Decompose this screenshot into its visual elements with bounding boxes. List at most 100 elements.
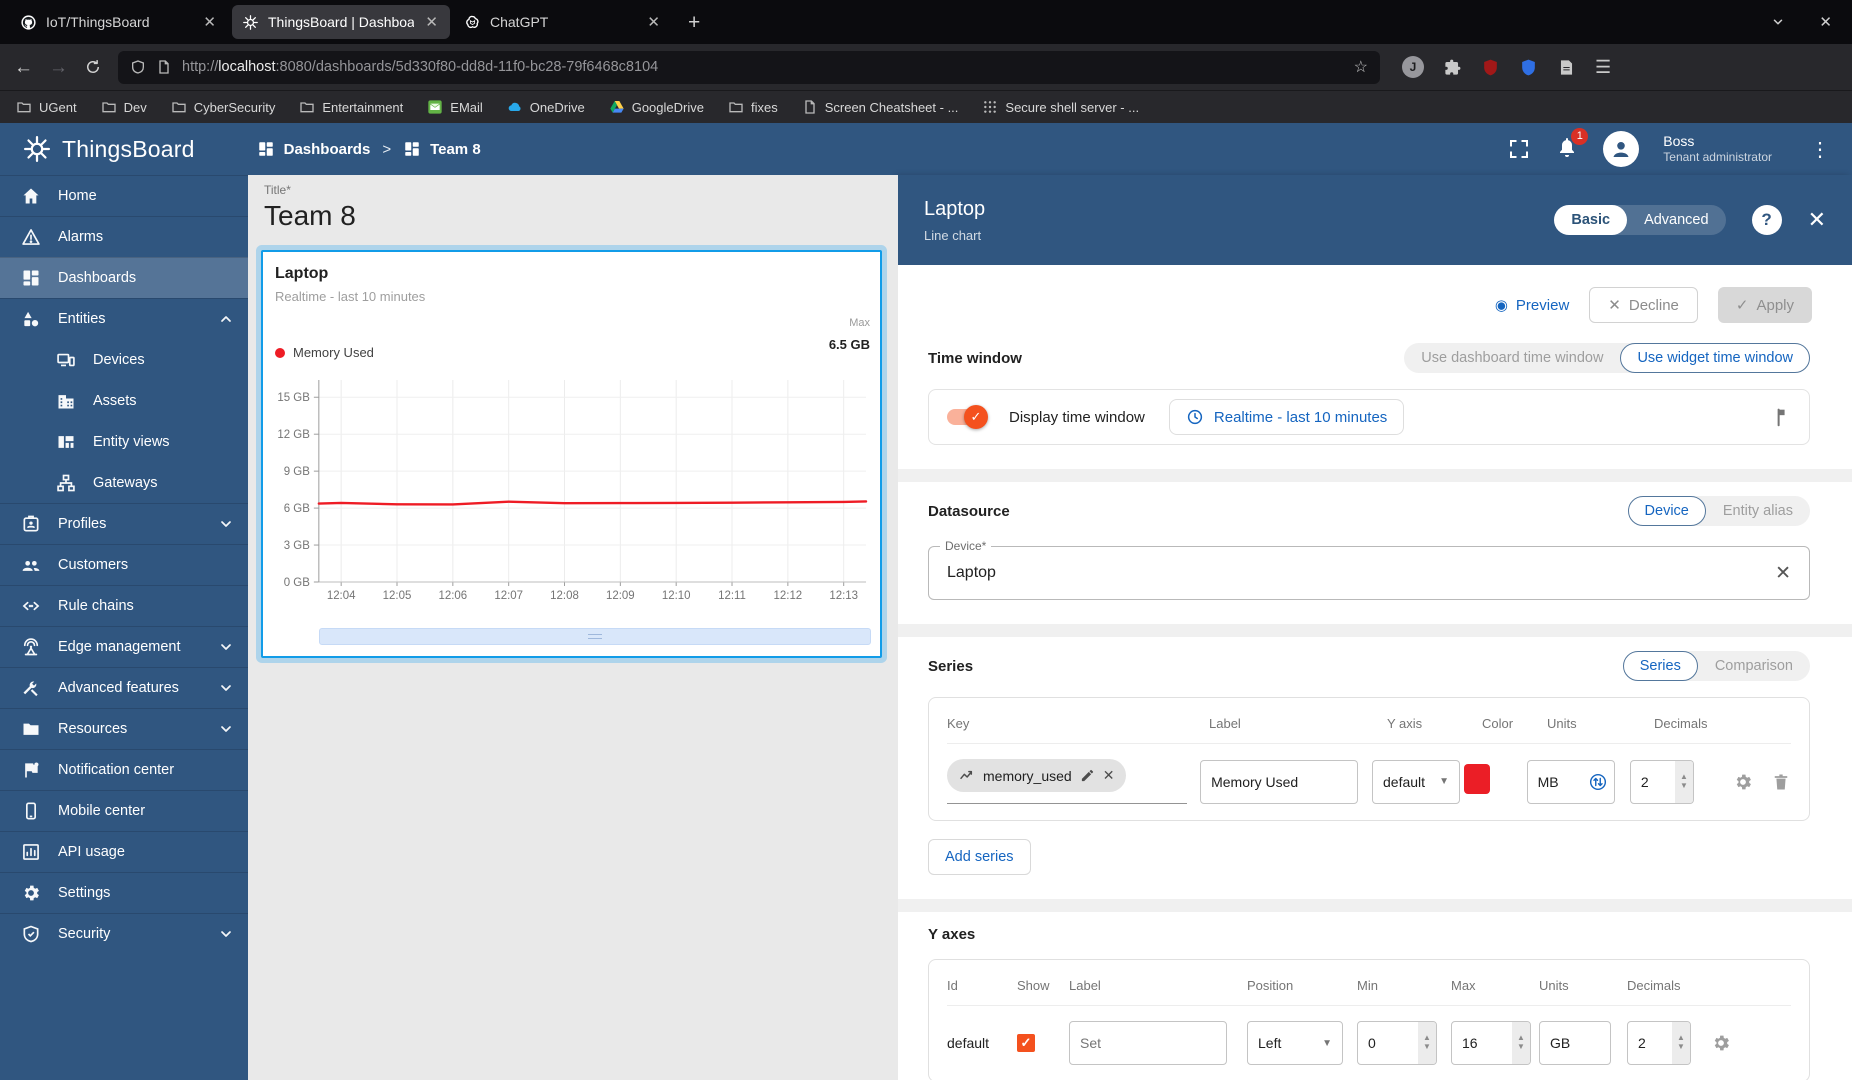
kebab-menu-icon[interactable]: ⋮ — [1810, 137, 1830, 162]
timewindow-settings-icon[interactable] — [1769, 406, 1791, 428]
decline-button[interactable]: ✕Decline — [1589, 287, 1698, 323]
tab-close-icon[interactable]: ✕ — [423, 13, 440, 31]
stepper-arrows-icon[interactable]: ▲▼ — [1672, 1022, 1690, 1064]
apply-button[interactable]: ✓Apply — [1718, 287, 1812, 323]
dashboard-title-field[interactable]: Title* Team 8 — [248, 175, 898, 232]
browser-tab-thingsboard-dashboar[interactable]: ThingsBoard | Dashboar✕ — [232, 5, 450, 39]
tab-advanced[interactable]: Advanced — [1627, 205, 1726, 235]
page-info-icon[interactable] — [156, 59, 172, 75]
realtime-window-button[interactable]: Realtime - last 10 minutes — [1169, 399, 1404, 435]
url-bar[interactable]: http://localhost:8080/dashboards/5d330f8… — [118, 51, 1380, 84]
bookmark-secure-shell-server[interactable]: Secure shell server - ... — [982, 99, 1139, 115]
sidebar-item-advanced-features[interactable]: Advanced features — [0, 667, 248, 708]
series-key-field[interactable]: memory_used ✕ — [947, 759, 1187, 804]
series-decimals-stepper[interactable]: 2▲▼ — [1630, 760, 1694, 804]
use-dashboard-time-window-option[interactable]: Use dashboard time window — [1404, 343, 1620, 373]
sidebar-item-home[interactable]: Home — [0, 175, 248, 216]
edit-pencil-icon[interactable] — [1080, 768, 1095, 783]
chart-legend[interactable]: Memory Used — [275, 345, 374, 360]
ublock-icon[interactable] — [1481, 58, 1500, 77]
bookmark-entertainment[interactable]: Entertainment — [299, 99, 403, 115]
tracking-shield-icon[interactable] — [130, 59, 146, 75]
chart-pan-scrollbar[interactable] — [319, 628, 871, 645]
panel-close-icon[interactable]: ✕ — [1808, 207, 1826, 233]
window-close-icon[interactable]: ✕ — [1819, 13, 1832, 31]
preview-button[interactable]: ◉Preview — [1495, 296, 1569, 314]
reload-icon[interactable] — [84, 58, 102, 76]
y-axis-decimals-stepper[interactable]: 2▲▼ — [1627, 1021, 1691, 1065]
series-key-chip[interactable]: memory_used ✕ — [947, 759, 1126, 792]
sidebar-item-entity-views[interactable]: Entity views — [0, 421, 248, 462]
bookmark-fixes[interactable]: fixes — [728, 99, 778, 115]
device-input[interactable] — [947, 564, 1775, 582]
y-axis-settings-gear-icon[interactable] — [1711, 1033, 1731, 1053]
breadcrumb-current[interactable]: Team 8 — [403, 140, 481, 158]
url-text[interactable]: http://localhost:8080/dashboards/5d330f8… — [182, 59, 1344, 75]
browser-tab-iot-thingsboard[interactable]: IoT/ThingsBoard✕ — [10, 5, 228, 39]
display-time-window-toggle[interactable]: ✓ — [947, 409, 985, 425]
avatar[interactable] — [1603, 131, 1639, 167]
bookmark-star-icon[interactable]: ☆ — [1354, 57, 1368, 77]
y-axis-label-input[interactable] — [1080, 1035, 1216, 1051]
bookmark-onedrive[interactable]: OneDrive — [507, 99, 585, 115]
extensions-puzzle-icon[interactable] — [1443, 58, 1462, 77]
tab-list-chevron-icon[interactable] — [1771, 15, 1785, 29]
sidebar-item-settings[interactable]: Settings — [0, 872, 248, 913]
bookmark-dev[interactable]: Dev — [101, 99, 147, 115]
sidebar-item-rule-chains[interactable]: Rule chains — [0, 585, 248, 626]
series-delete-trash-icon[interactable] — [1771, 772, 1791, 792]
bookmark-screen-cheatsheet[interactable]: Screen Cheatsheet - ... — [802, 99, 959, 115]
tab-close-icon[interactable]: ✕ — [645, 13, 662, 31]
menu-hamburger-icon[interactable]: ☰ — [1595, 57, 1611, 78]
fullscreen-icon[interactable] — [1507, 137, 1531, 161]
forward-button[interactable]: → — [49, 58, 68, 77]
chevron-down-icon[interactable] — [218, 926, 234, 942]
datasource-device-option[interactable]: Device — [1628, 496, 1706, 526]
series-color-swatch[interactable] — [1464, 764, 1490, 794]
legend-series-label[interactable]: Memory Used — [293, 345, 374, 360]
bitwarden-icon[interactable] — [1519, 58, 1538, 77]
user-meta[interactable]: Boss Tenant administrator — [1663, 133, 1772, 166]
y-axis-units-field[interactable] — [1539, 1021, 1611, 1065]
y-axis-min-stepper[interactable]: 0▲▼ — [1357, 1021, 1437, 1065]
bookmark-ugent[interactable]: UGent — [16, 99, 77, 115]
sidebar-item-edge-management[interactable]: Edge management — [0, 626, 248, 667]
sidebar-item-api-usage[interactable]: API usage — [0, 831, 248, 872]
sidebar-item-devices[interactable]: Devices — [0, 339, 248, 380]
tab-basic[interactable]: Basic — [1554, 205, 1627, 235]
chevron-down-icon[interactable] — [218, 639, 234, 655]
chart-area[interactable]: 0 GB3 GB6 GB9 GB12 GB15 GB12:0412:0512:0… — [269, 370, 874, 620]
stepper-arrows-icon[interactable]: ▲▼ — [1418, 1022, 1436, 1064]
sidebar-item-dashboards[interactable]: Dashboards — [0, 257, 248, 298]
tab-close-icon[interactable]: ✕ — [201, 13, 218, 31]
bookmark-cybersecurity[interactable]: CyberSecurity — [171, 99, 276, 115]
add-series-button[interactable]: Add series — [928, 839, 1031, 875]
unit-convert-icon[interactable] — [1588, 772, 1608, 792]
y-axis-label-field[interactable] — [1069, 1021, 1227, 1065]
sidebar-toggle-icon[interactable] — [1557, 58, 1576, 77]
datasource-entity-alias-option[interactable]: Entity alias — [1706, 496, 1810, 526]
chip-remove-icon[interactable]: ✕ — [1103, 767, 1115, 784]
dashboard-title-value[interactable]: Team 8 — [264, 200, 898, 232]
sidebar-item-security[interactable]: Security — [0, 913, 248, 954]
browser-tab-chatgpt[interactable]: ChatGPT✕ — [454, 5, 672, 39]
notifications-button[interactable]: 1 — [1555, 135, 1579, 164]
bookmark-email[interactable]: EMail — [427, 99, 483, 115]
y-axis-show-checkbox[interactable]: ✓ — [1017, 1034, 1035, 1052]
sidebar-item-profiles[interactable]: Profiles — [0, 503, 248, 544]
pan-handle[interactable] — [588, 634, 602, 639]
sidebar-item-entities[interactable]: Entities — [0, 298, 248, 339]
stepper-arrows-icon[interactable]: ▲▼ — [1675, 761, 1693, 803]
help-icon[interactable]: ? — [1752, 205, 1782, 235]
chevron-down-icon[interactable] — [218, 516, 234, 532]
sidebar-item-alarms[interactable]: Alarms — [0, 216, 248, 257]
sidebar-item-notification-center[interactable]: Notification center — [0, 749, 248, 790]
series-units-field[interactable]: MB — [1527, 760, 1615, 804]
sidebar-item-mobile-center[interactable]: Mobile center — [0, 790, 248, 831]
breadcrumb-dashboards[interactable]: Dashboards — [257, 140, 371, 158]
y-axis-units-input[interactable] — [1550, 1035, 1600, 1051]
use-widget-time-window-option[interactable]: Use widget time window — [1620, 343, 1810, 373]
sidebar-item-resources[interactable]: Resources — [0, 708, 248, 749]
sidebar-item-gateways[interactable]: Gateways — [0, 462, 248, 503]
stepper-arrows-icon[interactable]: ▲▼ — [1512, 1022, 1530, 1064]
